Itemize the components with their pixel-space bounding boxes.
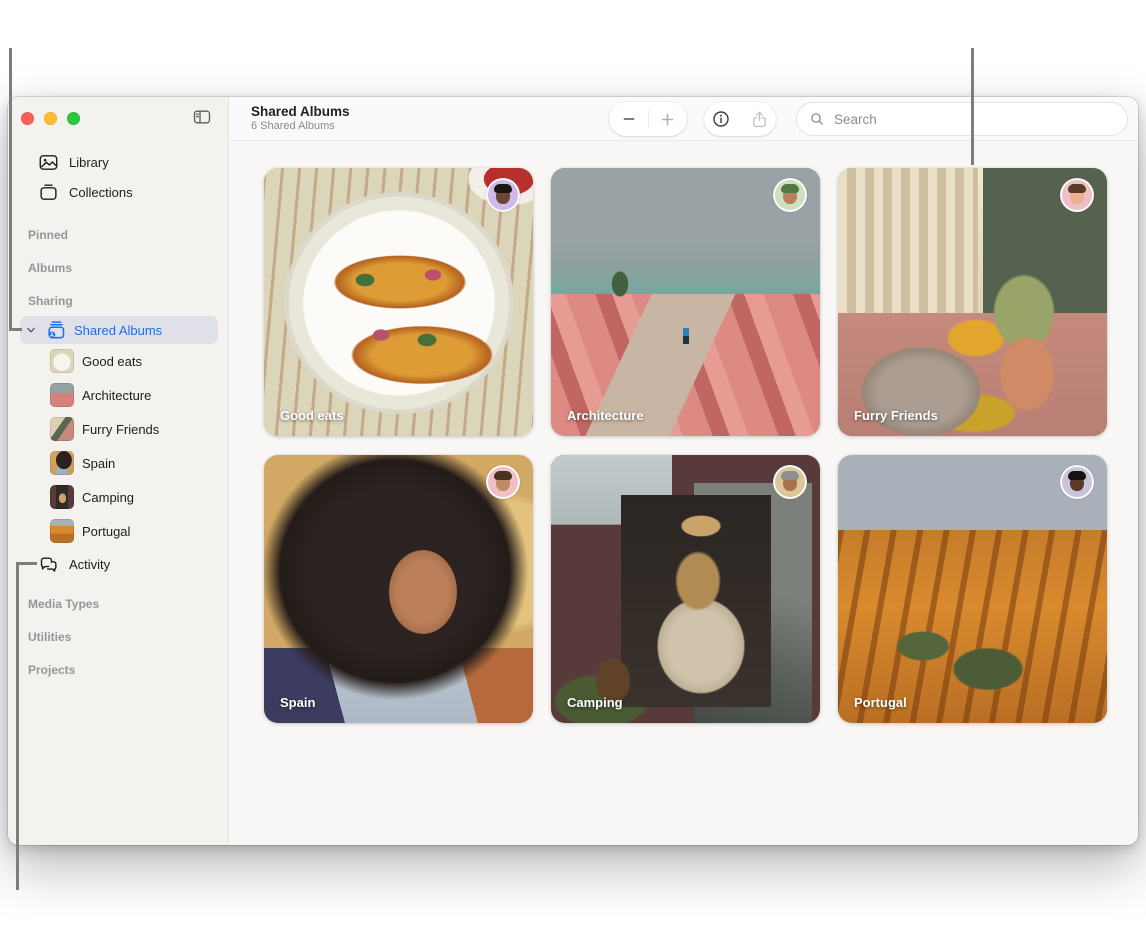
sidebar-item-label: Activity bbox=[69, 557, 110, 572]
album-thumbnail bbox=[50, 519, 74, 543]
sidebar-item-label: Library bbox=[69, 155, 109, 170]
screenshot-canvas: { "header": { "title": "Shared Albums", … bbox=[0, 0, 1146, 942]
search-icon bbox=[809, 111, 825, 127]
album-thumbnail bbox=[50, 451, 74, 475]
sidebar-item-label: Portugal bbox=[82, 524, 130, 539]
share-icon bbox=[750, 110, 769, 129]
sidebar-item-camping[interactable]: Camping bbox=[8, 480, 228, 514]
album-title: Furry Friends bbox=[854, 408, 938, 423]
albums-grid-area: Good eats Architecture Furry Friends Spa… bbox=[229, 141, 1138, 845]
shared-by-avatar bbox=[486, 465, 520, 499]
album-card-good-eats[interactable]: Good eats bbox=[264, 168, 533, 436]
album-title: Portugal bbox=[854, 695, 907, 710]
album-card-spain[interactable]: Spain bbox=[264, 455, 533, 723]
page-header: Shared Albums 6 Shared Albums bbox=[251, 103, 350, 133]
close-button[interactable] bbox=[21, 112, 34, 125]
search-field[interactable] bbox=[796, 102, 1128, 136]
callout-line-shared-albums-vertical bbox=[9, 48, 12, 331]
section-label: Projects bbox=[28, 663, 75, 677]
sidebar-toggle-icon bbox=[191, 107, 213, 127]
callout-line-shared-albums-elbow bbox=[9, 328, 22, 331]
sidebar-section-utilities[interactable]: Utilities bbox=[8, 627, 228, 647]
shared-albums-grid: Good eats Architecture Furry Friends Spa… bbox=[264, 168, 1138, 723]
section-label: Sharing bbox=[28, 294, 73, 308]
shared-albums-icon bbox=[45, 319, 67, 341]
photos-app-window: Library Collections Pinned Albums Sharin… bbox=[8, 97, 1138, 845]
sidebar-item-label: Spain bbox=[82, 456, 115, 471]
sidebar: Library Collections Pinned Albums Sharin… bbox=[8, 97, 229, 845]
album-card-camping[interactable]: Camping bbox=[551, 455, 820, 723]
sidebar-section-pinned[interactable]: Pinned bbox=[8, 225, 228, 245]
info-share-control bbox=[704, 102, 776, 136]
section-label: Albums bbox=[28, 261, 72, 275]
sidebar-item-label: Furry Friends bbox=[82, 422, 159, 437]
sidebar-item-library[interactable]: Library bbox=[8, 147, 228, 177]
sidebar-item-architecture[interactable]: Architecture bbox=[8, 378, 228, 412]
sidebar-item-furry-friends[interactable]: Furry Friends bbox=[8, 412, 228, 446]
sidebar-item-label: Good eats bbox=[82, 354, 142, 369]
share-button[interactable] bbox=[743, 102, 775, 136]
traffic-lights bbox=[21, 112, 80, 125]
window-titlebar bbox=[8, 97, 228, 147]
photo-library-icon bbox=[38, 152, 59, 173]
sidebar-item-label: Architecture bbox=[82, 388, 151, 403]
sidebar-section-albums[interactable]: Albums bbox=[8, 258, 228, 278]
chevron-down-icon[interactable] bbox=[24, 323, 38, 337]
info-icon bbox=[711, 109, 731, 129]
sidebar-item-shared-albums-selected[interactable]: Shared Albums bbox=[20, 316, 218, 344]
sidebar-toggle-button[interactable] bbox=[190, 106, 214, 128]
toolbar: Shared Albums 6 Shared Albums bbox=[229, 97, 1138, 141]
page-title: Shared Albums bbox=[251, 103, 350, 120]
collections-icon bbox=[38, 182, 59, 203]
shared-by-avatar bbox=[1060, 465, 1094, 499]
shared-by-avatar bbox=[1060, 178, 1094, 212]
sidebar-section-projects[interactable]: Projects bbox=[8, 660, 228, 680]
activity-icon bbox=[38, 554, 59, 575]
section-label: Utilities bbox=[28, 630, 71, 644]
zoom-in-button[interactable] bbox=[649, 102, 687, 136]
sidebar-item-portugal[interactable]: Portugal bbox=[8, 514, 228, 548]
album-thumbnail bbox=[50, 417, 74, 441]
callout-line-activity-elbow bbox=[16, 562, 37, 565]
album-thumbnail bbox=[50, 349, 74, 373]
shared-albums-children: Good eats Architecture Furry Friends Spa… bbox=[8, 344, 228, 548]
album-title: Spain bbox=[280, 695, 315, 710]
main-content: Shared Albums 6 Shared Albums bbox=[229, 97, 1138, 845]
sidebar-item-collections[interactable]: Collections bbox=[8, 177, 228, 207]
zoom-out-icon bbox=[621, 111, 637, 127]
sidebar-section-media-types[interactable]: Media Types bbox=[8, 594, 228, 614]
zoom-in-icon bbox=[659, 111, 676, 128]
minimize-button[interactable] bbox=[44, 112, 57, 125]
page-subtitle: 6 Shared Albums bbox=[251, 120, 350, 133]
callout-line-activity-vertical bbox=[16, 562, 19, 890]
shared-by-avatar bbox=[486, 178, 520, 212]
section-label: Pinned bbox=[28, 228, 68, 242]
zoom-window-button[interactable] bbox=[67, 112, 80, 125]
sidebar-item-label: Collections bbox=[69, 185, 133, 200]
album-thumbnail bbox=[50, 383, 74, 407]
info-button[interactable] bbox=[705, 102, 737, 136]
album-card-furry-friends[interactable]: Furry Friends bbox=[838, 168, 1107, 436]
sidebar-item-label: Camping bbox=[82, 490, 134, 505]
album-card-portugal[interactable]: Portugal bbox=[838, 455, 1107, 723]
shared-by-avatar bbox=[773, 465, 807, 499]
callout-line-album-grid-vertical bbox=[971, 48, 974, 165]
sidebar-item-good-eats[interactable]: Good eats bbox=[8, 344, 228, 378]
album-title: Architecture bbox=[567, 408, 644, 423]
section-label: Media Types bbox=[28, 597, 99, 611]
sidebar-item-spain[interactable]: Spain bbox=[8, 446, 228, 480]
album-title: Good eats bbox=[280, 408, 344, 423]
sidebar-section-sharing[interactable]: Sharing bbox=[8, 291, 228, 311]
album-card-architecture[interactable]: Architecture bbox=[551, 168, 820, 436]
album-title: Camping bbox=[567, 695, 623, 710]
sidebar-item-label: Shared Albums bbox=[74, 323, 162, 338]
sidebar-item-activity[interactable]: Activity bbox=[8, 549, 228, 579]
zoom-out-button[interactable] bbox=[610, 102, 648, 136]
album-thumbnail bbox=[50, 485, 74, 509]
shared-by-avatar bbox=[773, 178, 807, 212]
thumbnail-zoom-control bbox=[609, 102, 687, 136]
